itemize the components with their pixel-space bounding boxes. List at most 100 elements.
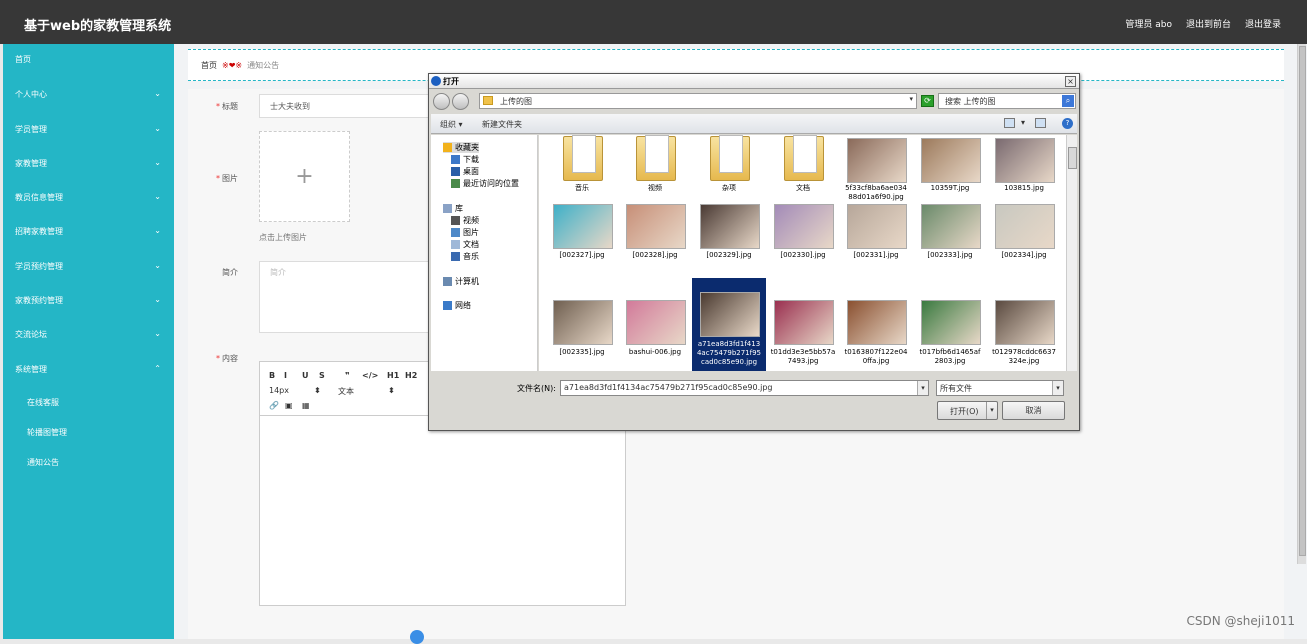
forward-icon[interactable] (452, 93, 469, 110)
scrollbar-thumb[interactable] (1299, 46, 1306, 556)
sidebar-item[interactable]: 交流论坛 ⌄ (15, 329, 165, 340)
editor-tool[interactable]: ❞ (345, 371, 350, 380)
editor-tool[interactable]: I (284, 371, 287, 380)
chevron-updown-icon[interactable]: ⬍ (314, 386, 321, 395)
required-mark: * (216, 102, 220, 111)
editor-tool[interactable]: ▣ (285, 401, 293, 410)
title-input[interactable]: 士大夫收到 (259, 94, 449, 118)
nav-item[interactable]: 下载 (451, 154, 479, 165)
chevron-down-icon[interactable]: ▾ (1052, 381, 1063, 395)
file-item[interactable]: [002333].jpg (913, 202, 987, 280)
chevron-down-icon[interactable]: ▾ (917, 381, 928, 395)
intro-textarea[interactable]: 简介 (259, 261, 449, 333)
sidebar-item[interactable]: 教员信息管理 ⌄ (15, 192, 165, 203)
text-style-select[interactable]: 文本 (338, 386, 354, 397)
editor-tool[interactable]: ▦ (302, 401, 310, 410)
file-item[interactable]: t01dd3e3e5bb57a 7493.jpg (766, 280, 840, 365)
editor-tool[interactable]: </> (362, 371, 378, 380)
sidebar-subitem[interactable]: 轮播图管理 (27, 427, 67, 438)
editor-body[interactable] (260, 416, 625, 606)
sidebar-item[interactable]: 招聘家教管理 ⌄ (15, 226, 165, 237)
editor-tool[interactable]: U (302, 371, 309, 380)
image-upload-box[interactable]: + (259, 131, 350, 222)
file-item[interactable]: [002330].jpg (766, 202, 840, 280)
nav-item[interactable]: 文档 (451, 239, 479, 250)
file-item[interactable]: t017bfb6d1465af 2803.jpg (913, 280, 987, 365)
nav-item[interactable]: 视频 (451, 215, 479, 226)
file-name: 5f33cf8ba6ae034 88d01a6f90.jpg (845, 184, 907, 201)
sidebar-item[interactable]: 家教管理 ⌄ (15, 158, 165, 169)
file-list-scrollbar[interactable] (1066, 135, 1077, 371)
sidebar-item[interactable]: 系统管理 ⌃ (15, 364, 165, 375)
chevron-down-icon[interactable]: ▾ (1021, 118, 1025, 127)
search-input[interactable]: 搜索 上传的图 ⌕ (938, 93, 1076, 109)
open-button[interactable]: 打开(O) ▾ (937, 401, 998, 420)
close-icon[interactable]: × (1065, 76, 1076, 87)
image-thumbnail (626, 300, 686, 345)
editor-tool[interactable]: H1 (387, 371, 399, 380)
file-item[interactable]: [002334].jpg (987, 202, 1061, 280)
editor-tool[interactable]: 🔗 (269, 401, 279, 410)
dialog-app-icon (431, 76, 441, 86)
nav-item[interactable]: 网络 (443, 300, 471, 311)
scrollbar-thumb[interactable] (1068, 147, 1077, 169)
admin-user-link[interactable]: 管理员 abo (1125, 17, 1172, 30)
preview-pane-icon[interactable] (1035, 118, 1046, 128)
file-item[interactable]: a71ea8d3fd1f413 4ac75479b271f95 cad0c85e… (692, 278, 766, 371)
file-item[interactable]: t012978cddc6637 324e.jpg (987, 280, 1061, 365)
sidebar-item[interactable]: 家教预约管理 ⌄ (15, 295, 165, 306)
file-item[interactable]: [002327].jpg (545, 202, 619, 280)
nav-item[interactable]: 库 (443, 203, 463, 214)
sidebar-item[interactable]: 学员预约管理 ⌄ (15, 261, 165, 272)
file-item[interactable]: [002328].jpg (618, 202, 692, 280)
nav-item[interactable]: 计算机 (443, 276, 479, 287)
logout-link[interactable]: 退出登录 (1245, 17, 1281, 30)
chevron-down-icon[interactable]: ▾ (986, 402, 997, 419)
nav-item-label: 音乐 (463, 252, 479, 261)
nav-item[interactable]: 图片 (451, 227, 479, 238)
file-item[interactable]: [002331].jpg (839, 202, 913, 280)
font-size-select[interactable]: 14px (269, 386, 289, 395)
chevron-updown-icon[interactable]: ⬍ (388, 386, 395, 395)
filename-input[interactable]: a71ea8d3fd1f4134ac75479b271f95cad0c85e90… (560, 380, 929, 396)
scroll-knob[interactable] (410, 630, 424, 644)
chevron-down-icon[interactable]: ▾ (909, 95, 913, 103)
content-label-text: 内容 (222, 354, 238, 363)
address-bar[interactable]: 上传的图 ▾ (479, 93, 917, 109)
sidebar-subitem[interactable]: 通知公告 (27, 457, 59, 468)
sidebar-item[interactable]: 首页 (15, 54, 165, 65)
sidebar-subitem[interactable]: 在线客服 (27, 397, 59, 408)
page-scrollbar[interactable] (1297, 44, 1306, 564)
top-bar: 基于web的家教管理系统 管理员 abo 退出到前台 退出登录 (0, 0, 1307, 44)
recent-icon (451, 179, 460, 188)
cancel-button[interactable]: 取消 (1002, 401, 1065, 420)
sidebar-item[interactable]: 个人中心 ⌄ (15, 89, 165, 100)
file-name: bashui-006.jpg (628, 348, 682, 356)
file-item[interactable]: [002329].jpg (692, 202, 766, 280)
file-name: a71ea8d3fd1f413 4ac75479b271f95 cad0c85e… (696, 340, 762, 366)
exit-to-front-link[interactable]: 退出到前台 (1186, 17, 1231, 30)
editor-tool[interactable]: S (319, 371, 325, 380)
refresh-icon[interactable]: ⟳ (921, 95, 934, 107)
view-options-icon[interactable] (1004, 118, 1015, 128)
file-item[interactable]: t0163807f122e04 0ffa.jpg (839, 280, 913, 365)
nav-item[interactable]: 音乐 (451, 251, 479, 262)
editor-tool[interactable]: B (269, 371, 275, 380)
file-name: [002331].jpg (853, 251, 899, 259)
file-item[interactable]: bashui-006.jpg (618, 280, 692, 358)
breadcrumb-home[interactable]: 首页 (201, 60, 217, 71)
nav-item[interactable]: 桌面 (451, 166, 479, 177)
nav-item[interactable]: 收藏夹 (443, 142, 479, 153)
file-item[interactable]: [002335].jpg (545, 280, 619, 358)
image-label-text: 图片 (222, 174, 238, 183)
help-icon[interactable]: ? (1062, 118, 1073, 129)
search-icon[interactable]: ⌕ (1062, 95, 1074, 107)
new-folder-button[interactable]: 新建文件夹 (482, 119, 522, 130)
organize-button[interactable]: 组织 ▾ (440, 119, 463, 130)
nav-item[interactable]: 最近访问的位置 (451, 178, 519, 189)
filetype-select[interactable]: 所有文件 ▾ (936, 380, 1064, 396)
editor-tool[interactable]: H2 (405, 371, 417, 380)
back-icon[interactable] (433, 93, 450, 110)
nav-item-label: 最近访问的位置 (463, 179, 519, 188)
sidebar-item[interactable]: 学员管理 ⌄ (15, 124, 165, 135)
